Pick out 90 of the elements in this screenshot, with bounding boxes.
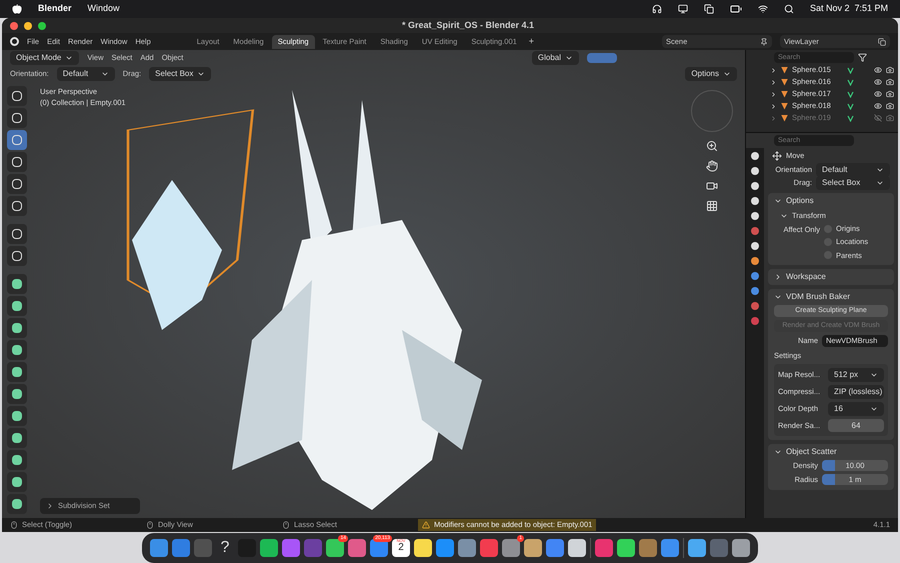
caret-icon (870, 405, 878, 413)
tool-button[interactable] (7, 246, 27, 266)
caret-icon (565, 54, 573, 62)
options-dropdown[interactable]: Options (685, 67, 737, 81)
caret-icon (197, 70, 206, 78)
checkbox[interactable] (824, 251, 832, 260)
mouse-icon (146, 521, 154, 529)
tool-button[interactable] (7, 472, 27, 492)
filter-icon[interactable] (858, 52, 867, 62)
tool-button[interactable] (7, 224, 27, 244)
eye-icon[interactable] (874, 90, 882, 98)
dock-app-icon[interactable]: ? (216, 536, 234, 560)
chevron-right-icon (774, 272, 782, 281)
tool-button[interactable] (7, 450, 27, 470)
hand-icon[interactable] (706, 160, 718, 172)
checkbox[interactable] (824, 224, 832, 233)
windows-icon[interactable] (704, 4, 714, 14)
tool-button[interactable] (7, 428, 27, 448)
drag-dropdown[interactable]: Select Box (149, 67, 212, 81)
blender-logo-icon[interactable] (10, 37, 19, 46)
move-icon (772, 150, 782, 160)
dock-app-icon[interactable] (260, 539, 278, 557)
orientation-dropdown[interactable]: Default (56, 67, 115, 81)
app-menu[interactable]: Blender (38, 2, 72, 16)
tool-button[interactable] (7, 384, 27, 404)
zoom-icon[interactable] (706, 140, 718, 152)
panel-header[interactable]: Object Scatter (768, 444, 894, 460)
tool-button[interactable] (7, 108, 27, 128)
mouse-icon (282, 521, 290, 529)
drag-dropdown[interactable]: Select Box (816, 176, 890, 190)
dock-app-icon[interactable] (150, 539, 168, 557)
orientation-dropdown[interactable]: Default (816, 162, 890, 176)
eye-icon[interactable] (874, 66, 882, 74)
dock-app-icon[interactable] (688, 539, 706, 557)
tool-button[interactable] (7, 494, 27, 514)
copy-icon[interactable] (878, 38, 886, 46)
eye-icon[interactable] (874, 102, 882, 110)
window-title: * Great_Spirit_OS - Blender 4.1 (402, 18, 534, 32)
panel-header[interactable]: Options (768, 193, 894, 209)
tool-button[interactable] (7, 196, 27, 216)
setting-dropdown[interactable]: 512 px (828, 368, 884, 382)
pin-icon[interactable] (760, 38, 768, 46)
dock-app-icon[interactable] (661, 539, 679, 557)
tool-button[interactable] (7, 274, 27, 294)
monitor-icon[interactable] (678, 4, 688, 14)
checkbox[interactable] (824, 238, 832, 246)
wifi-icon[interactable] (758, 4, 768, 14)
tool-button[interactable] (7, 340, 27, 360)
tool-button[interactable] (7, 86, 27, 106)
caret-icon (100, 70, 109, 78)
caret-icon (870, 371, 878, 379)
camera-icon[interactable] (706, 180, 718, 192)
chevron-right-icon (46, 502, 54, 510)
setting-dropdown[interactable]: 16 (828, 402, 884, 416)
warning-icon (422, 521, 430, 529)
eye-closed-icon[interactable] (874, 114, 882, 122)
dock-app-icon[interactable] (617, 539, 635, 557)
panel-header[interactable]: Workspace (768, 268, 894, 285)
headphones-icon[interactable] (652, 4, 662, 14)
tool-button[interactable] (7, 130, 27, 150)
eye-icon[interactable] (874, 78, 882, 86)
clock[interactable]: Sat Nov 2 7:51 PM (810, 2, 888, 16)
dock-app-icon[interactable] (414, 539, 432, 557)
dock-app-icon[interactable] (458, 539, 476, 557)
grid-icon[interactable] (706, 200, 718, 212)
dock-app-icon[interactable] (568, 539, 586, 557)
dock-app-icon[interactable] (524, 539, 542, 557)
dock-app-icon[interactable] (436, 539, 454, 557)
menu-item[interactable]: Window (88, 2, 120, 16)
tool-button[interactable] (7, 152, 27, 172)
tool-button[interactable] (7, 362, 27, 382)
setting-dropdown[interactable]: ZIP (lossless) (828, 385, 884, 399)
chevron-down-icon (774, 448, 782, 456)
add-workspace-button[interactable]: + (524, 34, 538, 48)
dock-app-icon[interactable] (348, 539, 366, 557)
dock-app-icon[interactable] (732, 539, 750, 557)
mode-dropdown[interactable]: Object Mode (10, 51, 80, 65)
mouse-icon (10, 521, 18, 529)
tool-button[interactable] (7, 318, 27, 338)
tool-button[interactable] (7, 174, 27, 194)
panel-header[interactable]: VDM Brush Baker (768, 288, 894, 305)
battery-icon[interactable] (730, 3, 742, 15)
apple-icon[interactable] (12, 4, 22, 14)
tool-button[interactable] (7, 406, 27, 426)
tool-button[interactable] (7, 296, 27, 316)
search-icon[interactable] (784, 4, 794, 14)
transform-dropdown[interactable]: Global (532, 51, 579, 65)
caret-icon (65, 54, 74, 62)
number-field[interactable]: 64 (828, 419, 884, 432)
caret-icon (723, 70, 731, 78)
